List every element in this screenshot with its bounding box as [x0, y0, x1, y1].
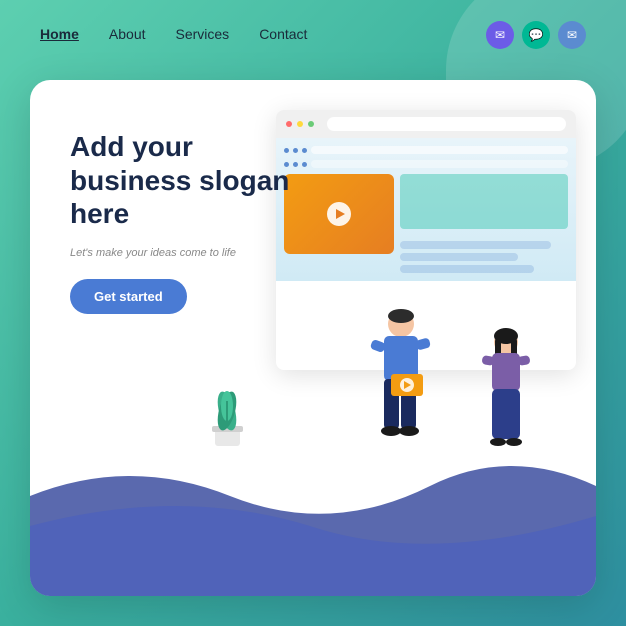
nav-link-services[interactable]: Services	[176, 26, 230, 42]
plant-decoration	[200, 376, 255, 446]
content-line-2	[400, 253, 518, 261]
figure-male	[366, 306, 436, 456]
browser-dot-red	[286, 121, 292, 127]
hero-headline: Add your business slogan here	[70, 130, 310, 231]
browser-url-bar	[327, 117, 566, 131]
main-card: Add your business slogan here Let's make…	[30, 80, 596, 596]
nav-icon-group: ✉ 💬 ✉	[486, 21, 586, 49]
play-triangle-icon	[336, 209, 345, 219]
message-icon[interactable]: ✉	[486, 21, 514, 49]
content-lines	[400, 241, 568, 273]
hero-content: Add your business slogan here Let's make…	[70, 130, 310, 314]
browser-inner-nav	[284, 146, 568, 154]
content-line-3	[400, 265, 534, 273]
browser-dot-green	[308, 121, 314, 127]
figure-female	[476, 326, 536, 466]
content-line-1	[400, 241, 551, 249]
browser-main-content	[284, 174, 568, 273]
browser-nav-bar2	[311, 160, 568, 168]
get-started-button[interactable]: Get started	[70, 279, 187, 314]
browser-bar	[276, 110, 576, 138]
browser-nav-bar	[311, 146, 568, 154]
nav-item-about[interactable]: About	[109, 26, 146, 44]
hero-subtext: Let's make your ideas come to life	[70, 247, 310, 259]
nav-item-home[interactable]: Home	[40, 26, 79, 44]
browser-dot-yellow	[297, 121, 303, 127]
email-icon[interactable]: ✉	[558, 21, 586, 49]
nav-link-about[interactable]: About	[109, 26, 146, 42]
navbar: Home About Services Contact ✉ 💬 ✉	[0, 0, 626, 70]
nav-item-contact[interactable]: Contact	[259, 26, 307, 44]
content-block-teal	[400, 174, 568, 229]
browser-content-area	[276, 138, 576, 281]
nav-link-contact[interactable]: Contact	[259, 26, 307, 42]
play-button	[327, 202, 351, 226]
browser-right-column	[400, 174, 568, 273]
nav-link-home[interactable]: Home	[40, 26, 79, 42]
chat-icon[interactable]: 💬	[522, 21, 550, 49]
nav-links: Home About Services Contact	[40, 26, 307, 44]
browser-inner-nav2	[284, 160, 568, 168]
nav-item-services[interactable]: Services	[176, 26, 230, 44]
